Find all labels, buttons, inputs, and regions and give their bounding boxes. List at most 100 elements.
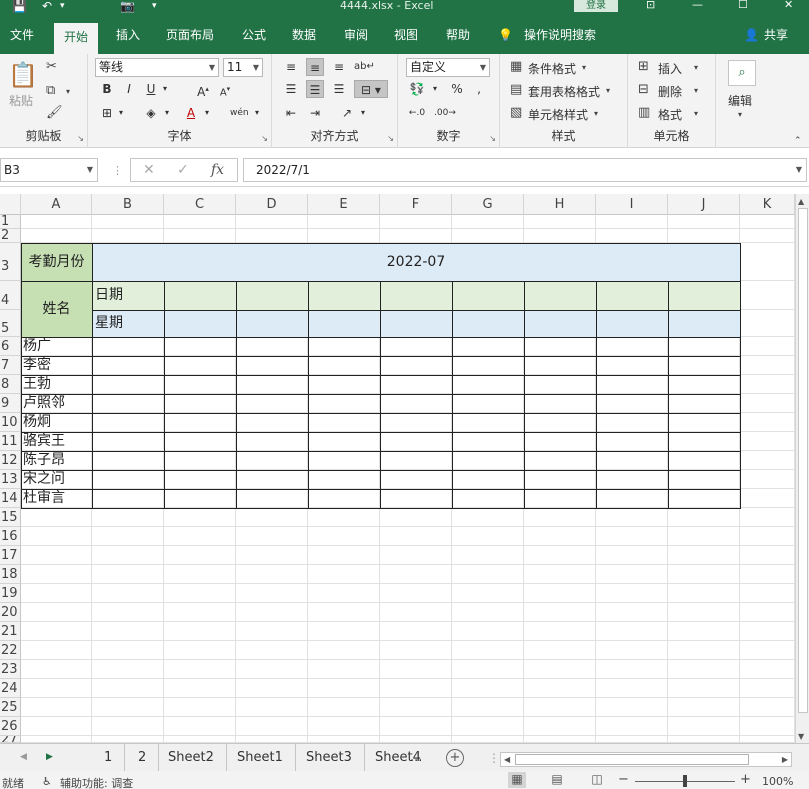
wrap-text-icon[interactable]: ab↵ (354, 58, 375, 76)
share-button[interactable]: 共享 (764, 25, 788, 45)
row-header-8[interactable]: 8 (0, 375, 21, 394)
column-header-b[interactable]: B (92, 194, 164, 215)
accounting-format-icon[interactable]: 💱 (408, 80, 426, 98)
search-icon[interactable]: ⌕ (728, 60, 756, 86)
merge-center-icon[interactable]: ⊟ ▾ (354, 80, 388, 98)
column-header-j[interactable]: J (668, 194, 740, 215)
font-launcher-icon[interactable]: ↘ (261, 134, 268, 143)
number-format-combo[interactable]: 自定义 ▼ (406, 58, 490, 77)
scroll-left-icon[interactable]: ◀ (504, 753, 510, 766)
row-header-7[interactable]: 7 (0, 356, 21, 375)
sheet-tab[interactable]: 2 (126, 744, 160, 771)
name-cell[interactable]: 杨炯 (22, 413, 92, 432)
row-header-20[interactable]: 20 (0, 603, 21, 622)
row-header-27[interactable]: 27 (0, 736, 21, 743)
name-cell[interactable]: 王勃 (22, 375, 92, 394)
row-header-16[interactable]: 16 (0, 527, 21, 546)
top-align-icon[interactable]: ≡ (282, 58, 300, 76)
select-all-corner[interactable] (0, 194, 21, 215)
row-header-14[interactable]: 14 (0, 489, 21, 508)
row-header-5[interactable]: 5 (0, 310, 21, 337)
enter-icon[interactable]: ✓ (177, 162, 189, 178)
save-icon[interactable]: 💾 (12, 0, 27, 16)
alignment-launcher-icon[interactable]: ↘ (387, 134, 394, 143)
column-header-h[interactable]: H (524, 194, 596, 215)
sheet-tab[interactable]: 1 (92, 744, 126, 771)
ribbon-display-icon[interactable]: ⊡ (646, 0, 655, 10)
scroll-right-icon[interactable]: ▶ (782, 753, 788, 766)
clipboard-launcher-icon[interactable]: ↘ (77, 134, 84, 143)
date-label-cell[interactable]: 日期 (92, 281, 164, 310)
decrease-decimal-icon[interactable]: .00→ (434, 104, 456, 122)
row-header-6[interactable]: 6 (0, 337, 21, 356)
decrease-font-icon[interactable]: A▾ (216, 80, 234, 98)
row-header-3[interactable]: 3 (0, 243, 21, 281)
formula-bar-grip-icon[interactable]: ⋮ (112, 164, 123, 177)
column-header-d[interactable]: D (236, 194, 308, 215)
row-header-22[interactable]: 22 (0, 641, 21, 660)
tab-help[interactable]: 帮助 (446, 25, 470, 45)
tab-page-layout[interactable]: 页面布局 (166, 25, 214, 45)
collapse-ribbon-icon[interactable]: ⌃ (794, 134, 802, 148)
phonetic-dropdown-icon[interactable]: ▾ (248, 104, 266, 122)
font-color-dropdown-icon[interactable]: ▾ (198, 104, 216, 122)
normal-view-icon[interactable]: ▦ (508, 772, 526, 788)
delete-cells-button[interactable]: 删除 (658, 83, 682, 100)
name-cell[interactable]: 骆宾王 (22, 432, 92, 451)
camera-icon[interactable]: 📷 (120, 0, 135, 16)
row-header-21[interactable]: 21 (0, 622, 21, 641)
tab-view[interactable]: 视图 (394, 25, 418, 45)
cancel-icon[interactable]: ✕ (143, 162, 155, 178)
row-header-4[interactable]: 4 (0, 281, 21, 310)
vertical-scrollbar[interactable]: ▲ ▼ (795, 194, 809, 743)
undo-dropdown-icon[interactable]: ▾ (60, 0, 65, 16)
lightbulb-icon[interactable]: 💡 (498, 25, 513, 45)
name-cell[interactable]: 杜审言 (22, 489, 92, 508)
vertical-scroll-thumb[interactable] (798, 208, 808, 713)
zoom-slider-thumb[interactable] (683, 775, 687, 787)
comma-style-icon[interactable]: , (470, 80, 488, 98)
worksheet-grid[interactable]: ABCDEFGHIJK 1 2 3 4 5 6 7 8 9 10 11 12 13 14 15 16 17 18 1… (0, 194, 809, 743)
row-header-17[interactable]: 17 (0, 546, 21, 565)
bottom-align-icon[interactable]: ≡ (330, 58, 348, 76)
row-header-25[interactable]: 25 (0, 698, 21, 717)
tab-home[interactable]: 开始 (54, 23, 99, 54)
scroll-up-icon[interactable]: ▲ (798, 197, 804, 206)
month-value-cell[interactable]: 2022-07 (92, 243, 740, 281)
format-cells-button[interactable]: 格式 (658, 106, 682, 123)
row-header-1[interactable]: 1 (0, 215, 21, 229)
sheet-tab[interactable]: Sheet3 (294, 744, 365, 771)
prev-sheet-icon[interactable]: ◀ (20, 752, 27, 762)
row-header-2[interactable]: 2 (0, 229, 21, 243)
minimize-icon[interactable]: — (692, 0, 703, 10)
name-cell[interactable]: 李密 (22, 356, 92, 375)
copy-dropdown-icon[interactable]: ▾ (66, 85, 70, 99)
row-header-15[interactable]: 15 (0, 508, 21, 527)
accessibility-icon[interactable]: ♿ (42, 775, 52, 788)
format-painter-icon[interactable]: 🖌 (46, 106, 63, 120)
page-break-view-icon[interactable]: ◫ (588, 772, 606, 788)
expand-formula-icon[interactable]: ▼ (796, 159, 802, 181)
number-launcher-icon[interactable]: ↘ (489, 134, 496, 143)
paste-icon[interactable]: 📋 (8, 62, 38, 88)
tab-data[interactable]: 数据 (292, 25, 316, 45)
font-size-combo[interactable]: 11 ▼ (223, 58, 263, 77)
horizontal-scroll-thumb[interactable] (515, 754, 749, 765)
maximize-icon[interactable]: ☐ (738, 0, 748, 10)
row-header-11[interactable]: 11 (0, 432, 21, 451)
insert-function-icon[interactable]: fx (211, 162, 224, 178)
row-header-10[interactable]: 10 (0, 413, 21, 432)
increase-font-icon[interactable]: A▴ (194, 80, 212, 99)
scroll-down-icon[interactable]: ▼ (798, 732, 804, 741)
fill-color-dropdown-icon[interactable]: ▾ (158, 104, 176, 122)
tab-review[interactable]: 审阅 (344, 25, 368, 45)
align-left-icon[interactable]: ☰ (282, 80, 300, 98)
weekday-label-cell[interactable]: 星期 (92, 310, 164, 337)
bold-button[interactable]: B (98, 80, 116, 98)
row-header-13[interactable]: 13 (0, 470, 21, 489)
name-cell[interactable]: 陈子昂 (22, 451, 92, 470)
customize-qat-icon[interactable]: ▾ (152, 0, 157, 16)
tell-me-search[interactable]: 操作说明搜索 (524, 25, 596, 45)
next-sheet-icon[interactable]: ▶ (46, 752, 53, 762)
increase-decimal-icon[interactable]: ←.0 (408, 104, 426, 122)
